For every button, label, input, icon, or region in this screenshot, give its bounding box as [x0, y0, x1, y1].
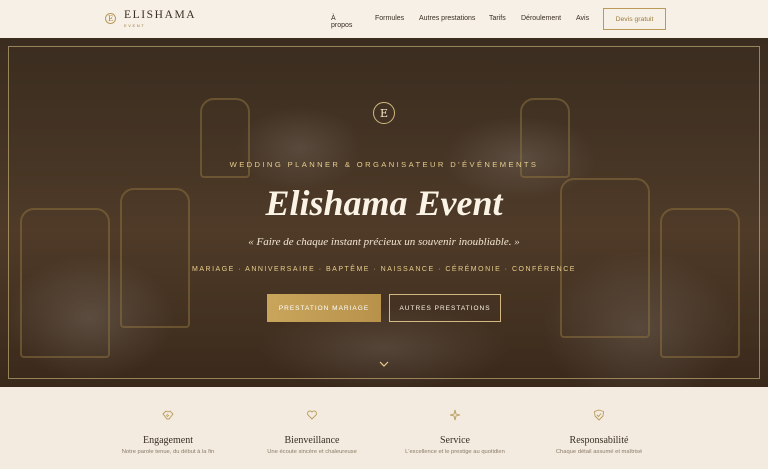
- hero-quote: « Faire de chaque instant précieux un so…: [248, 236, 520, 248]
- hero-emblem-icon: E: [373, 102, 395, 124]
- brand-name: ELISHAMA: [124, 9, 197, 21]
- value-title: Responsabilité: [569, 435, 629, 446]
- logo-emblem-icon: E: [105, 13, 116, 25]
- value-description: Notre parole tenue, du début à la fin: [121, 449, 215, 455]
- value-responsabilite: Responsabilité Chaque détail assumé et m…: [524, 409, 674, 455]
- nav-tarifs[interactable]: Tarifs: [489, 15, 506, 22]
- value-title: Bienveillance: [284, 435, 340, 446]
- nav-autres-prestations[interactable]: Autres prestations: [419, 15, 479, 22]
- nav-a-propos[interactable]: À propos: [331, 15, 352, 29]
- logo[interactable]: E ELISHAMA EVENT: [105, 9, 197, 28]
- sparkle-icon: [449, 409, 461, 421]
- value-service: Service L'excellence et le prestige au q…: [380, 409, 530, 455]
- site-header: E ELISHAMA EVENT À propos Formules Autre…: [0, 0, 768, 38]
- hero-kicker: WEDDING PLANNER & ORGANISATEUR D'ÉVÉNEME…: [229, 160, 539, 169]
- nav-deroulement[interactable]: Déroulement: [521, 15, 565, 22]
- heart-icon: [307, 410, 317, 420]
- shield-check-icon: [594, 409, 604, 421]
- hero-services: MARIAGE · ANNIVERSAIRE · BAPTÊME · NAISS…: [192, 266, 576, 273]
- value-engagement: Engagement Notre parole tenue, du début …: [93, 409, 243, 455]
- hero-section: E WEDDING PLANNER & ORGANISATEUR D'ÉVÉNE…: [0, 38, 768, 387]
- brand-subtitle: EVENT: [124, 22, 146, 28]
- value-description: Chaque détail assumé et maîtrisé: [555, 449, 643, 455]
- chevron-down-icon[interactable]: [379, 360, 389, 368]
- free-quote-button[interactable]: Devis gratuit: [603, 8, 666, 30]
- other-services-button[interactable]: AUTRES PRESTATIONS: [389, 294, 501, 322]
- nav-formules[interactable]: Formules: [375, 15, 404, 22]
- handshake-icon: [162, 410, 174, 420]
- wedding-service-button[interactable]: PRESTATION MARIAGE: [267, 294, 381, 322]
- logo-text: ELISHAMA EVENT: [124, 9, 197, 28]
- value-title: Service: [440, 435, 470, 446]
- value-description: L'excellence et le prestige au quotidien: [405, 449, 505, 455]
- value-description: Une écoute sincère et chaleureuse: [267, 449, 357, 455]
- nav-avis[interactable]: Avis: [576, 15, 589, 22]
- value-bienveillance: Bienveillance Une écoute sincère et chal…: [237, 409, 387, 455]
- hero-title: Elishama Event: [265, 183, 503, 223]
- values-section: Engagement Notre parole tenue, du début …: [0, 387, 768, 469]
- value-title: Engagement: [143, 435, 193, 446]
